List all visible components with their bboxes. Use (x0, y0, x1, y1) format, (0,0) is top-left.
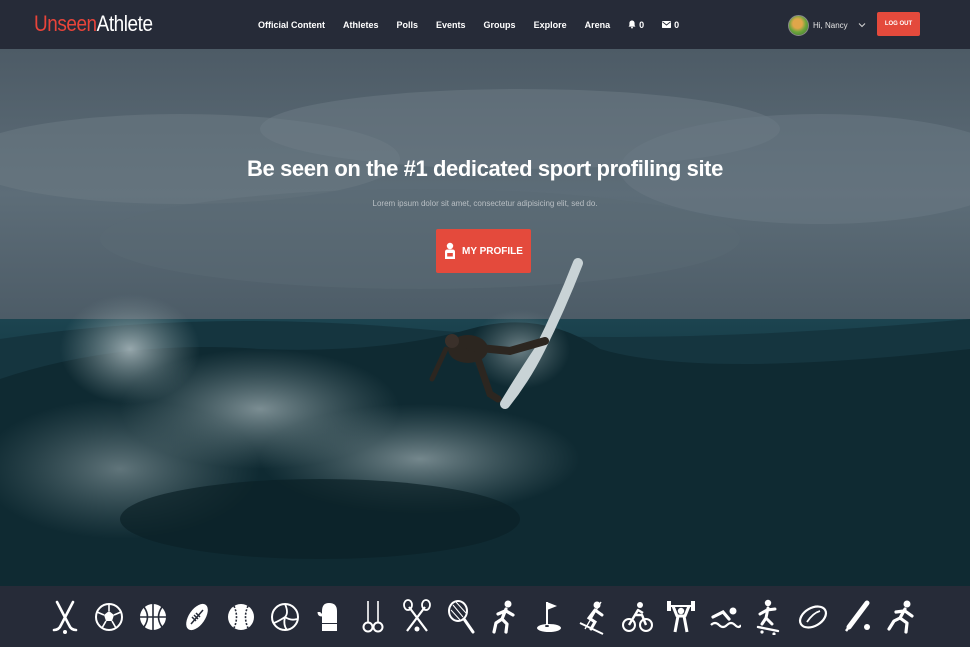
lacrosse-icon[interactable] (400, 598, 434, 636)
my-profile-button[interactable]: MY PROFILE (436, 229, 531, 273)
nav-events[interactable]: Events (436, 20, 466, 30)
hockey-icon[interactable] (48, 598, 82, 636)
nav-groups[interactable]: Groups (484, 20, 516, 30)
main-nav: Official Content Athletes Polls Events G… (258, 0, 697, 49)
hero-banner: Be seen on the #1 dedicated sport profil… (0, 49, 970, 586)
notifications-link[interactable]: 0 (628, 20, 644, 30)
baseball-icon[interactable] (224, 598, 258, 636)
nav-athletes[interactable]: Athletes (343, 20, 379, 30)
rugby-ball-icon[interactable] (796, 598, 830, 636)
user-menu[interactable]: Hi, Nancy (788, 14, 866, 36)
logout-button[interactable]: LOG OUT (877, 12, 920, 36)
soccer-ball-icon[interactable] (92, 598, 126, 636)
site-logo[interactable]: UnseenAthlete (34, 10, 153, 38)
profile-user-icon (445, 242, 456, 259)
cricket-icon[interactable] (840, 598, 874, 636)
swimming-icon[interactable] (708, 598, 742, 636)
notifications-count: 0 (639, 19, 645, 30)
my-profile-label: MY PROFILE (462, 245, 523, 257)
user-greeting: Hi, Nancy (813, 20, 848, 30)
logo-text-unseen: Unseen (34, 11, 97, 36)
hero-title: Be seen on the #1 dedicated sport profil… (247, 156, 723, 181)
basketball-icon[interactable] (136, 598, 170, 636)
gymnastics-rings-icon[interactable] (356, 598, 390, 636)
volleyball-icon[interactable] (268, 598, 302, 636)
top-navbar: UnseenAthlete Official Content Athletes … (0, 0, 970, 49)
runner-icon[interactable] (488, 598, 522, 636)
bell-icon (628, 20, 636, 29)
tennis-racket-icon[interactable] (444, 598, 478, 636)
logo-text-athlete: Athlete (96, 11, 153, 36)
nav-arena[interactable]: Arena (585, 20, 611, 30)
hero-subtitle: Lorem ipsum dolor sit amet, consectetur … (372, 199, 598, 208)
golf-icon[interactable] (532, 598, 566, 636)
nav-polls[interactable]: Polls (397, 20, 419, 30)
skiing-icon[interactable] (576, 598, 610, 636)
surfer-wave-image (0, 49, 970, 586)
nav-official-content[interactable]: Official Content (258, 20, 325, 30)
envelope-icon (662, 21, 672, 28)
sports-bar (0, 586, 970, 647)
american-football-icon[interactable] (180, 598, 214, 636)
skateboarding-icon[interactable] (752, 598, 786, 636)
messages-count: 0 (674, 19, 680, 30)
weightlifting-icon[interactable] (664, 598, 698, 636)
messages-link[interactable]: 0 (662, 20, 679, 30)
chevron-down-icon[interactable] (858, 20, 866, 30)
sprinter-icon[interactable] (884, 598, 918, 636)
avatar[interactable] (788, 14, 809, 36)
boxing-glove-icon[interactable] (312, 598, 346, 636)
cycling-icon[interactable] (620, 598, 654, 636)
nav-explore[interactable]: Explore (534, 20, 567, 30)
